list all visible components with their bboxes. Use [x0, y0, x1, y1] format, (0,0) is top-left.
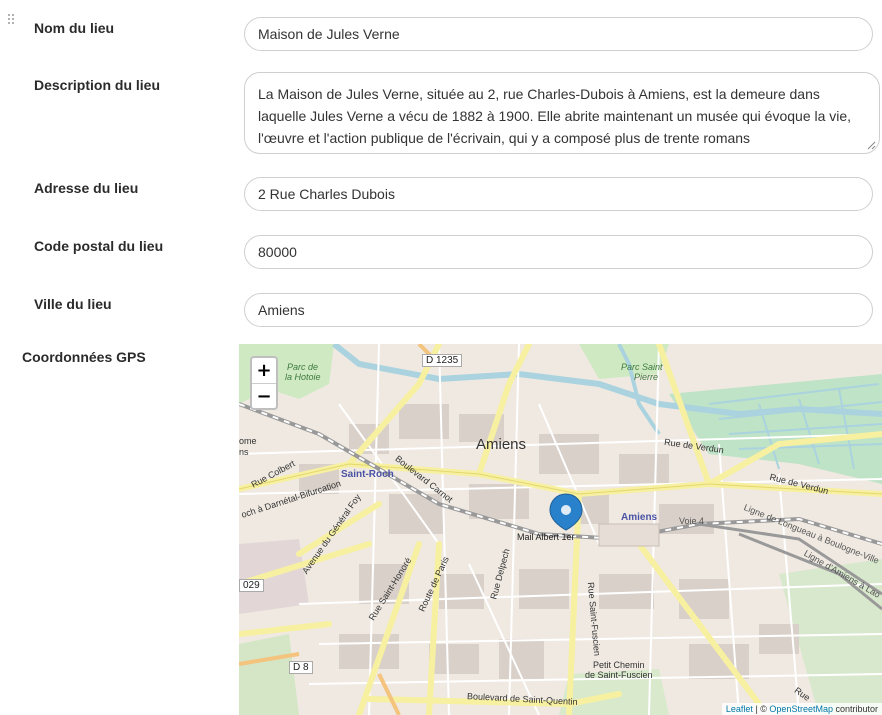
drag-handle-icon[interactable]	[8, 14, 14, 26]
map-label-petit-chemin-2: de Saint-Fuscien	[585, 670, 653, 680]
map-label-city: Amiens	[476, 436, 527, 453]
zoom-out-button[interactable]: −	[252, 384, 276, 409]
map-label-d029: 029	[239, 579, 264, 592]
city-input[interactable]: Amiens	[244, 293, 873, 327]
address-label: Adresse du lieu	[34, 180, 139, 196]
openstreetmap-link[interactable]: OpenStreetMap	[769, 704, 833, 714]
description-textarea[interactable]: La Maison de Jules Verne, située au 2, r…	[244, 72, 880, 154]
gps-label: Coordonnées GPS	[22, 349, 146, 365]
map-label-parc-hotoie-2: la Hotoie	[285, 372, 321, 382]
map-label-d8: D 8	[289, 661, 313, 674]
postcode-label: Code postal du lieu	[34, 238, 164, 254]
zoom-in-button[interactable]: +	[252, 358, 276, 384]
map-label-petit-chemin-1: Petit Chemin	[593, 660, 645, 670]
zoom-control: + −	[250, 356, 278, 410]
map-label-rome: ome	[239, 436, 257, 446]
description-label: Description du lieu	[34, 77, 161, 93]
postcode-input[interactable]: 80000	[244, 235, 873, 269]
map-view[interactable]: D 1235 Parc de la Hotoie Parc Saint Pier…	[239, 344, 882, 715]
name-label: Nom du lieu	[34, 20, 115, 36]
map-label-amiens-station: Amiens	[621, 512, 658, 523]
map-label-parc-hotoie-1: Parc de	[287, 362, 319, 372]
map-label-saint-roch: Saint-Roch	[341, 469, 394, 480]
description-text: La Maison de Jules Verne, située au 2, r…	[258, 86, 852, 146]
map-label-mail-albert: Mail Albert 1er	[517, 532, 575, 542]
address-input[interactable]: 2 Rue Charles Dubois	[244, 177, 873, 211]
map-label-d1235: D 1235	[422, 354, 463, 367]
attribution-separator: | ©	[752, 704, 770, 714]
map-label-voie4: Voie 4	[679, 516, 705, 526]
city-label: Ville du lieu	[34, 296, 112, 312]
resize-grip-icon[interactable]	[867, 141, 876, 150]
map-attribution: Leaflet | © OpenStreetMap contributor	[721, 703, 882, 715]
leaflet-link[interactable]: Leaflet	[726, 704, 753, 714]
map-label-parc-saint-pierre-1: Parc Saint	[621, 362, 663, 372]
attribution-contributors: contributor	[832, 704, 878, 714]
map-label-ns: ns	[239, 447, 249, 457]
map-label-parc-saint-pierre-2: Pierre	[634, 372, 659, 382]
name-input[interactable]: Maison de Jules Verne	[244, 17, 873, 51]
